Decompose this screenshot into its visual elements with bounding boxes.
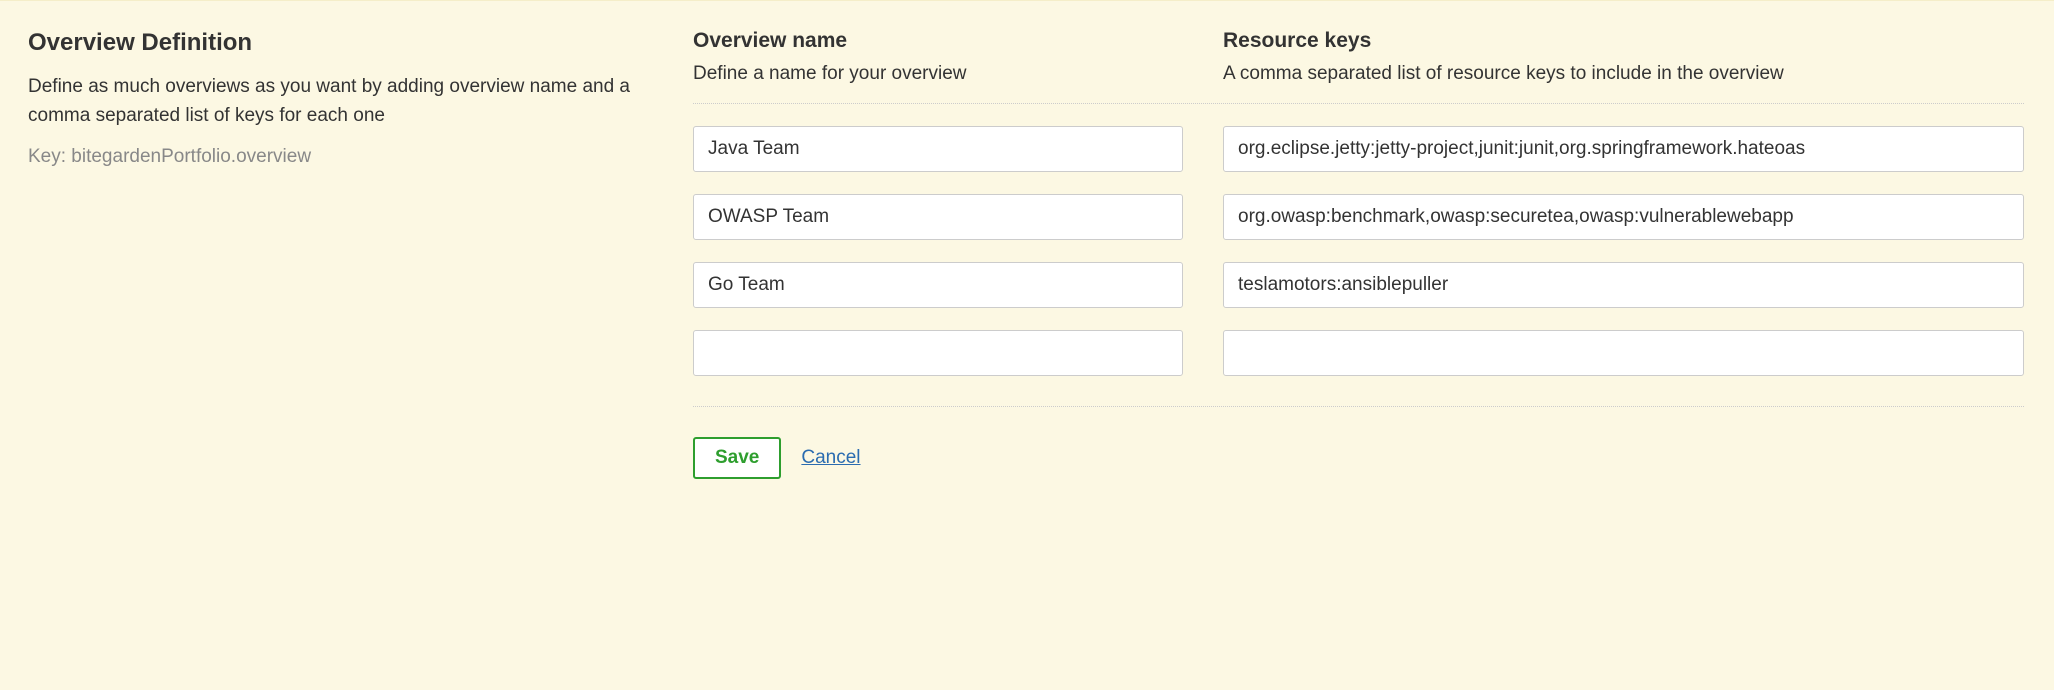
overview-definition-panel: Overview Definition Define as much overv… <box>0 0 2054 507</box>
actions-divider <box>693 406 2024 407</box>
overview-row <box>693 126 2024 172</box>
overview-name-title: Overview name <box>693 29 1183 53</box>
overview-name-input[interactable] <box>693 126 1183 172</box>
right-form-column: Overview name Define a name for your ove… <box>693 29 2054 479</box>
resource-keys-input[interactable] <box>1223 126 2024 172</box>
resource-keys-input[interactable] <box>1223 330 2024 376</box>
overview-row <box>693 262 2024 308</box>
section-title: Overview Definition <box>28 29 653 57</box>
overview-name-description: Define a name for your overview <box>693 63 1183 85</box>
resource-keys-header: Resource keys A comma separated list of … <box>1223 29 2024 85</box>
resource-keys-input[interactable] <box>1223 194 2024 240</box>
resource-keys-title: Resource keys <box>1223 29 2024 53</box>
overview-row <box>693 330 2024 376</box>
resource-keys-description: A comma separated list of resource keys … <box>1223 63 2024 85</box>
save-button[interactable]: Save <box>693 437 781 479</box>
overview-name-header: Overview name Define a name for your ove… <box>693 29 1183 85</box>
overview-name-input[interactable] <box>693 330 1183 376</box>
column-headers: Overview name Define a name for your ove… <box>693 29 2024 104</box>
resource-keys-input[interactable] <box>1223 262 2024 308</box>
actions-row: Save Cancel <box>693 437 2024 479</box>
left-info-column: Overview Definition Define as much overv… <box>28 29 693 479</box>
overview-name-input[interactable] <box>693 262 1183 308</box>
section-description: Define as much overviews as you want by … <box>28 73 653 130</box>
section-key: Key: bitegardenPortfolio.overview <box>28 146 653 168</box>
cancel-link[interactable]: Cancel <box>801 447 860 469</box>
overview-row <box>693 194 2024 240</box>
overview-name-input[interactable] <box>693 194 1183 240</box>
